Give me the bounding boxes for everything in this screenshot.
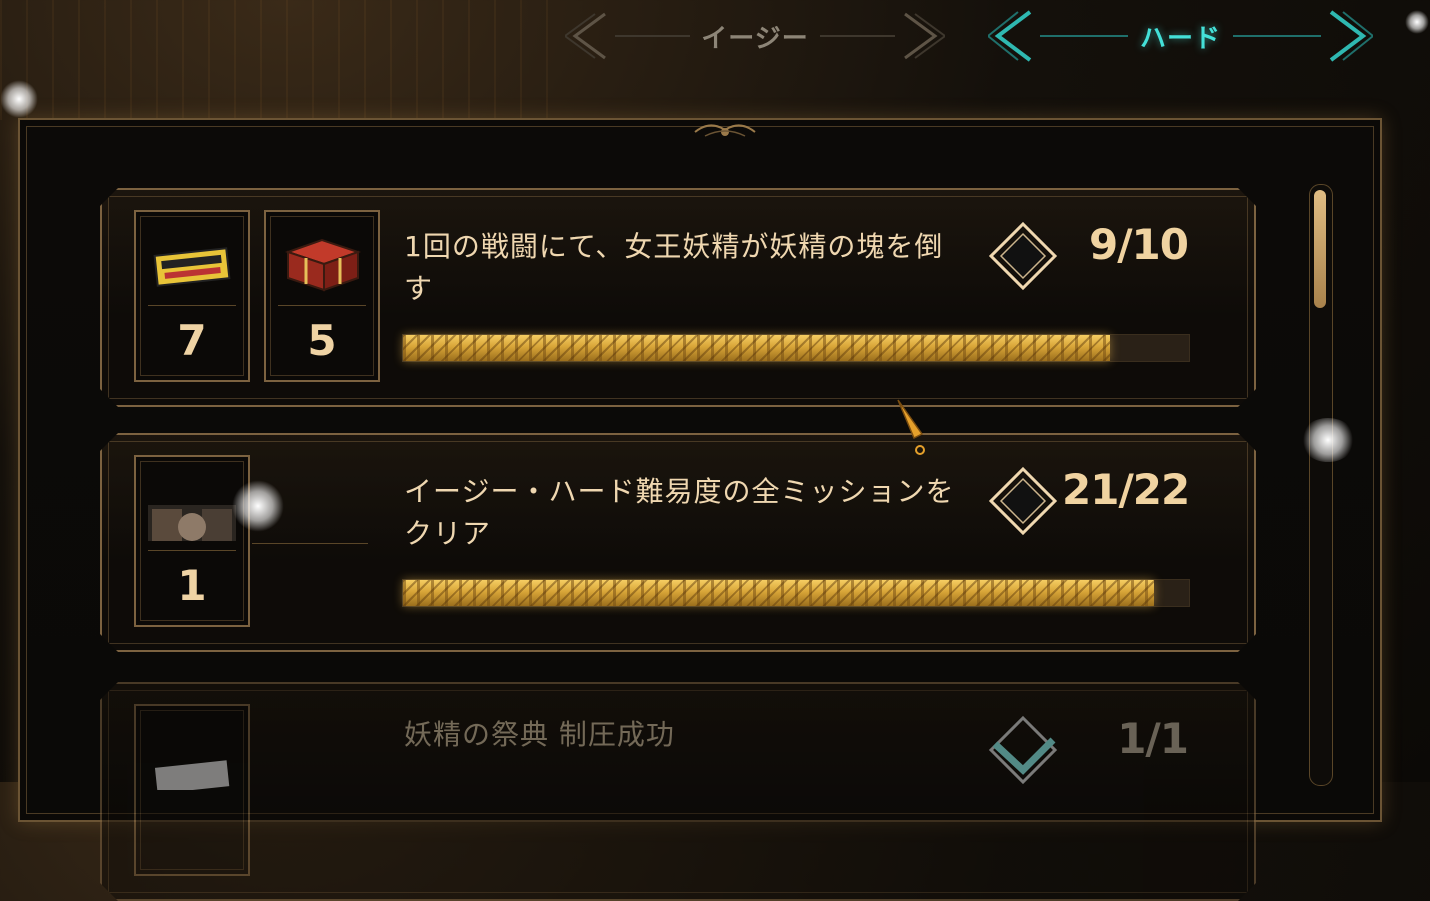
- mission-row: 7 5 1回の戦闘にて、女王妖精が妖精の塊を倒す 9/10: [100, 188, 1256, 407]
- mission-title: 妖精の祭典 制圧成功: [404, 718, 675, 751]
- reward-quantity: 5: [307, 316, 337, 365]
- reward-quantity: 7: [177, 316, 207, 365]
- scrollbar-thumb[interactable]: [1314, 190, 1326, 308]
- progress-bar-fill: [403, 580, 1154, 606]
- completed-check-icon: [987, 714, 1059, 786]
- progress-count: 1/1: [1117, 714, 1188, 763]
- tab-easy[interactable]: イージー: [565, 6, 945, 66]
- progress-bar: [402, 579, 1190, 607]
- reward-divider: [148, 305, 236, 306]
- mission-row: 妖精の祭典 制圧成功 1/1: [100, 682, 1256, 901]
- card-icon: [148, 724, 236, 790]
- mission-title: イージー・ハード難易度の全ミッションをクリア: [404, 475, 955, 550]
- progress-count: 9/10: [1088, 220, 1188, 269]
- progress-bar: [402, 334, 1190, 362]
- progress-count: 21/22: [1062, 465, 1190, 514]
- pointer-cursor-icon: [897, 399, 925, 455]
- treasure-chest-icon: [278, 230, 366, 296]
- portrait-card-icon: [148, 475, 236, 541]
- mission-title: 1回の戦闘にて、女王妖精が妖精の塊を倒す: [404, 230, 944, 305]
- reward-slot[interactable]: 5: [264, 210, 380, 382]
- progress-bar-fill: [403, 335, 1110, 361]
- tab-frame-icon: [565, 12, 945, 60]
- status-diamond-icon: [987, 220, 1059, 292]
- reward-divider: [278, 305, 366, 306]
- background-pattern: [0, 0, 560, 120]
- reward-divider: [148, 550, 236, 551]
- ticket-icon: [148, 230, 236, 296]
- reward-slot[interactable]: 7: [134, 210, 250, 382]
- connector-line: [252, 543, 368, 544]
- sparkle-effect: [0, 80, 38, 118]
- reward-slot[interactable]: 1: [134, 455, 250, 627]
- reward-slot[interactable]: [134, 704, 250, 876]
- status-diamond-icon: [987, 465, 1059, 537]
- mission-row: 1 イージー・ハード難易度の全ミッションをクリア 21/22: [100, 433, 1256, 652]
- tab-hard[interactable]: ハード: [988, 6, 1373, 66]
- sparkle-effect: [232, 480, 284, 532]
- sparkle-effect: [1300, 418, 1356, 462]
- ornament-icon: [694, 124, 756, 137]
- sparkle-effect: [1405, 10, 1429, 34]
- tab-frame-icon: [988, 10, 1373, 62]
- reward-quantity: 1: [177, 561, 207, 610]
